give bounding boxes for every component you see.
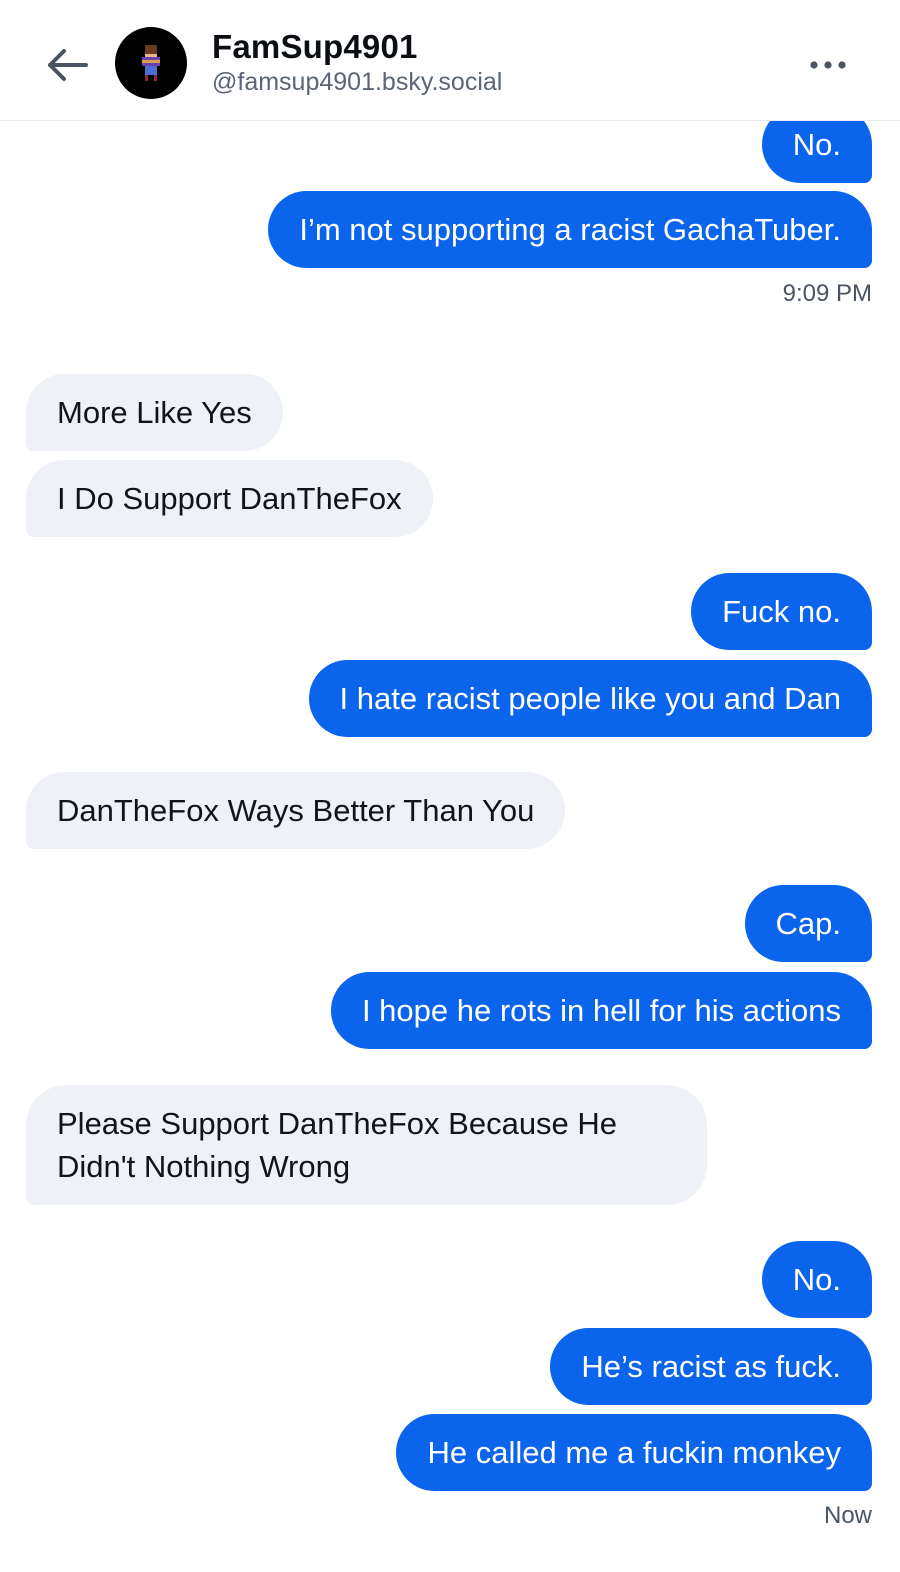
outgoing-message[interactable]: Fuck no. — [691, 573, 872, 650]
incoming-message[interactable]: More Like Yes — [26, 374, 283, 451]
outgoing-message[interactable]: I hope he rots in hell for his actions — [330, 972, 872, 1049]
more-horizontal-icon — [810, 61, 846, 69]
outgoing-message[interactable]: I’m not supporting a racist GachaTuber. — [268, 191, 872, 268]
more-options-button[interactable] — [800, 45, 856, 85]
outgoing-message[interactable]: I hate racist people like you and Dan — [308, 660, 872, 737]
back-button[interactable] — [40, 38, 94, 92]
chat-screen: FamSup4901 @famsup4901.bsky.social No. I… — [0, 0, 900, 1572]
pixel-character-icon — [142, 45, 160, 81]
display-name[interactable]: FamSup4901 — [212, 28, 418, 66]
message-timestamp: Now — [823, 1502, 872, 1529]
conversation-header: FamSup4901 @famsup4901.bsky.social — [0, 0, 900, 121]
outgoing-message[interactable]: No. — [761, 1241, 872, 1318]
arrow-left-icon — [48, 49, 88, 81]
incoming-message[interactable]: I Do Support DanTheFox — [26, 460, 433, 537]
user-handle: @famsup4901.bsky.social — [212, 68, 503, 96]
outgoing-message[interactable]: Cap. — [744, 885, 872, 962]
incoming-message[interactable]: Please Support DanTheFox Because He Didn… — [26, 1085, 707, 1205]
message-timestamp: 9:09 PM — [782, 280, 872, 307]
avatar[interactable] — [115, 27, 187, 99]
outgoing-message[interactable]: He’s racist as fuck. — [550, 1328, 872, 1405]
outgoing-message[interactable]: He called me a fuckin monkey — [396, 1414, 872, 1491]
incoming-message[interactable]: DanTheFox Ways Better Than You — [26, 772, 566, 849]
